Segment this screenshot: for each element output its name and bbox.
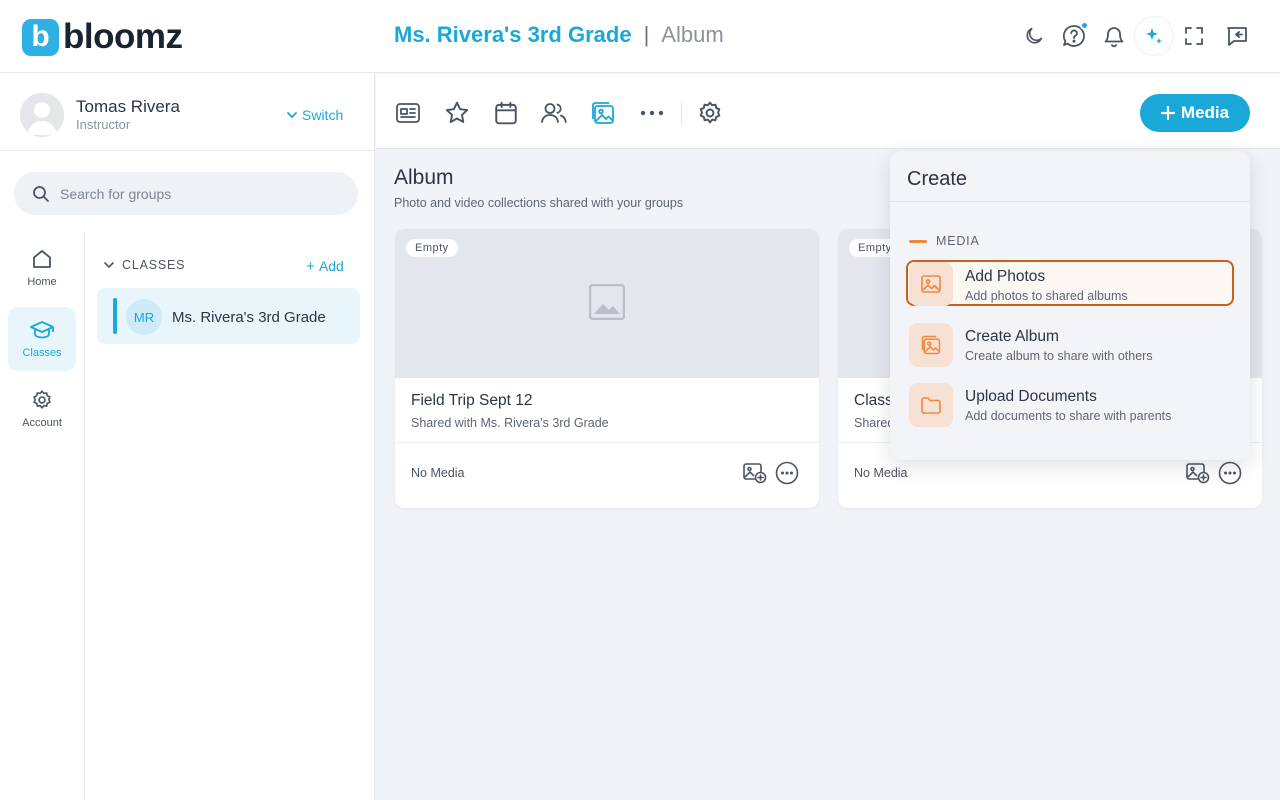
avatar[interactable] (20, 93, 64, 137)
group-search[interactable] (14, 172, 358, 215)
media-button-label: Media (1180, 103, 1230, 122)
add-photo-icon[interactable] (743, 462, 767, 484)
page-title: Ms. Rivera's 3rd Grade | Album (394, 22, 724, 48)
header-group-name[interactable]: Ms. Rivera's 3rd Grade (394, 22, 632, 48)
settings-icon[interactable] (695, 98, 725, 128)
logo-text: bloomz (63, 17, 183, 56)
switch-button[interactable]: Switch (287, 107, 343, 123)
album-shared-with: Shared (854, 416, 895, 430)
help-notification-dot (1080, 21, 1089, 30)
user-role: Instructor (76, 117, 131, 132)
album-title: Field Trip Sept 12 (411, 392, 533, 409)
menu-item-label: Add Photos (965, 268, 1046, 285)
rail-label-account: Account (22, 417, 62, 429)
media-count: No Media (854, 466, 908, 480)
rail-item-home[interactable]: Home (8, 236, 76, 300)
image-icon (909, 262, 953, 306)
menu-item-description: Create album to share with others (965, 349, 1153, 363)
more-options-icon[interactable] (775, 461, 799, 485)
rail-item-account[interactable]: Account (8, 377, 76, 441)
class-initials-badge: MR (126, 299, 162, 335)
toolbar-divider (681, 101, 682, 125)
album-card[interactable]: Empty Field Trip Sept 12 Shared with Ms.… (395, 229, 819, 508)
menu-item-description: Add photos to shared albums (965, 289, 1128, 303)
image-placeholder-icon (589, 284, 625, 320)
home-icon (31, 248, 53, 270)
menu-item-description: Add documents to share with parents (965, 409, 1172, 423)
add-class-button[interactable]: + Add (306, 258, 344, 275)
logo-mark: b (22, 18, 59, 56)
more-icon[interactable] (637, 98, 667, 128)
album-icon (909, 323, 953, 367)
album-title: Class (854, 392, 893, 409)
status-badge: Empty (406, 239, 458, 257)
menu-item-label: Create Album (965, 328, 1059, 345)
create-menu-divider (890, 201, 1250, 202)
title-separator: | (643, 22, 650, 47)
app-logo[interactable]: b bloomz (22, 17, 183, 57)
bell-icon[interactable] (1098, 20, 1130, 52)
messages-icon[interactable] (1221, 20, 1253, 52)
section-accent-bar (909, 239, 927, 243)
more-options-icon[interactable] (1218, 461, 1242, 485)
rail-label-home: Home (27, 276, 57, 288)
class-name: Ms. Rivera's 3rd Grade (172, 309, 326, 326)
page-subheading: Photo and video collections shared with … (394, 196, 684, 210)
ai-sparkle-icon[interactable] (1134, 16, 1174, 56)
add-photo-icon[interactable] (1186, 462, 1210, 484)
plus-icon: + (306, 258, 319, 275)
star-icon[interactable] (442, 98, 472, 128)
folder-icon (909, 383, 953, 427)
rail-label-classes: Classes (22, 347, 62, 359)
header-section-name: Album (661, 22, 724, 47)
add-class-label: Add (318, 258, 344, 274)
calendar-icon[interactable] (491, 98, 521, 128)
search-icon (32, 185, 50, 203)
gear-icon (31, 389, 53, 411)
album-icon[interactable] (588, 98, 618, 128)
page-heading: Album (394, 166, 454, 189)
user-name: Tomas Rivera (76, 97, 180, 116)
media-count: No Media (411, 466, 465, 480)
album-shared-with: Shared with Ms. Rivera's 3rd Grade (411, 416, 609, 430)
chevron-down-icon (104, 261, 114, 269)
plus-icon (1160, 106, 1175, 120)
media-button[interactable]: Media (1140, 94, 1250, 132)
people-icon[interactable] (539, 98, 569, 128)
create-menu-title: Create (907, 168, 968, 190)
menu-section-header: MEDIA (909, 234, 980, 248)
rail-item-classes[interactable]: Classes (8, 307, 76, 371)
classes-heading-label: CLASSES (122, 258, 186, 272)
newsfeed-icon[interactable] (393, 98, 423, 128)
card-divider (395, 442, 819, 443)
active-indicator (113, 298, 117, 334)
classes-heading[interactable]: CLASSES (104, 258, 185, 272)
chevron-down-icon (287, 111, 297, 119)
menu-section-label: MEDIA (936, 234, 980, 248)
menu-item-label: Upload Documents (965, 388, 1097, 405)
graduation-cap-icon (29, 319, 55, 341)
switch-label: Switch (302, 107, 344, 123)
search-input[interactable] (60, 185, 330, 202)
fullscreen-icon[interactable] (1178, 20, 1210, 52)
moon-icon[interactable] (1018, 20, 1050, 52)
